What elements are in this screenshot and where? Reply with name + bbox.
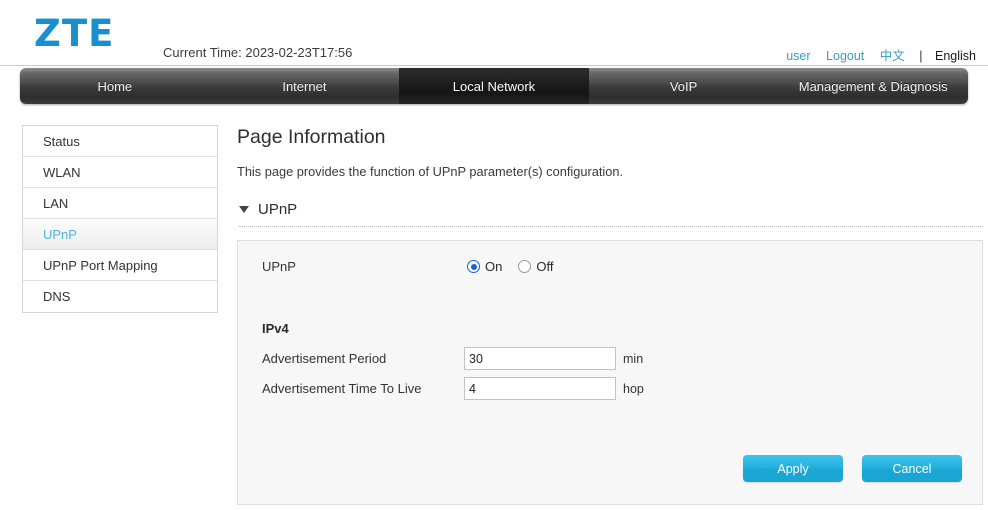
advertisement-period-unit: min bbox=[623, 351, 644, 366]
main-content: Page Information This page provides the … bbox=[237, 124, 983, 180]
sidebar-menu: Status WLAN LAN UPnP UPnP Port Mapping D… bbox=[22, 125, 218, 313]
zte-logo: ZTE bbox=[34, 12, 115, 55]
nav-item-internet[interactable]: Internet bbox=[210, 68, 400, 104]
advertisement-period-input[interactable] bbox=[464, 347, 616, 370]
nav-item-home[interactable]: Home bbox=[20, 68, 210, 104]
sidebar-item-upnp-port-mapping[interactable]: UPnP Port Mapping bbox=[23, 250, 217, 281]
radio-off-icon[interactable] bbox=[518, 260, 532, 273]
advertisement-ttl-input[interactable] bbox=[464, 377, 616, 400]
upnp-radio-group: On Off bbox=[467, 259, 553, 274]
section-divider bbox=[239, 226, 983, 227]
sidebar-item-wlan[interactable]: WLAN bbox=[23, 157, 217, 188]
nav-item-voip[interactable]: VoIP bbox=[589, 68, 779, 104]
sidebar-item-dns[interactable]: DNS bbox=[23, 281, 217, 312]
page-description: This page provides the function of UPnP … bbox=[237, 164, 624, 179]
header-divider bbox=[0, 65, 988, 66]
cancel-button[interactable]: Cancel bbox=[862, 455, 962, 482]
current-time-label: Current Time: 2023-02-23T17:56 bbox=[163, 45, 353, 60]
header-links: user Logout 中文 | English bbox=[774, 45, 976, 64]
advertisement-period-label: Advertisement Period bbox=[262, 351, 387, 366]
language-english-link[interactable]: English bbox=[935, 49, 976, 63]
router-admin-page: ZTE Current Time: 2023-02-23T17:56 user … bbox=[0, 0, 988, 510]
sidebar-item-lan[interactable]: LAN bbox=[23, 188, 217, 219]
upnp-settings-panel: UPnP On Off IPv4 Advertisement Period mi… bbox=[237, 240, 983, 505]
upnp-radio-on[interactable]: On bbox=[467, 259, 502, 274]
page-title: Page Information bbox=[237, 126, 386, 148]
section-title: UPnP bbox=[258, 201, 298, 218]
sidebar-item-status[interactable]: Status bbox=[23, 126, 217, 157]
user-link[interactable]: user bbox=[786, 49, 810, 63]
section-header-row[interactable]: UPnP bbox=[239, 201, 983, 226]
page-header: ZTE Current Time: 2023-02-23T17:56 user … bbox=[0, 0, 988, 66]
advertisement-ttl-label: Advertisement Time To Live bbox=[262, 381, 422, 396]
advertisement-ttl-row: Advertisement Time To Live hop bbox=[262, 377, 644, 400]
sidebar-item-upnp[interactable]: UPnP bbox=[23, 219, 217, 250]
main-navigation: Home Internet Local Network VoIP Managem… bbox=[20, 68, 968, 104]
advertisement-period-row: Advertisement Period min bbox=[262, 347, 643, 370]
upnp-radio-off[interactable]: Off bbox=[518, 259, 553, 274]
triangle-down-icon[interactable] bbox=[239, 206, 249, 213]
radio-on-icon[interactable] bbox=[467, 260, 480, 273]
nav-item-management-diagnosis[interactable]: Management & Diagnosis bbox=[778, 68, 968, 104]
nav-item-local-network[interactable]: Local Network bbox=[399, 68, 589, 104]
panel-button-bar: Apply Cancel bbox=[743, 455, 962, 482]
advertisement-ttl-unit: hop bbox=[623, 381, 644, 396]
language-chinese-link[interactable]: 中文 bbox=[880, 49, 905, 63]
logout-link[interactable]: Logout bbox=[826, 49, 864, 63]
apply-button[interactable]: Apply bbox=[743, 455, 843, 482]
upnp-enable-label: UPnP bbox=[262, 259, 296, 274]
radio-on-label: On bbox=[485, 259, 503, 274]
ipv4-heading: IPv4 bbox=[262, 321, 289, 336]
radio-off-label: Off bbox=[536, 259, 554, 274]
upnp-enable-row: UPnP On Off bbox=[262, 259, 553, 274]
language-separator: | bbox=[919, 49, 923, 63]
upnp-section-header: UPnP bbox=[239, 201, 983, 227]
